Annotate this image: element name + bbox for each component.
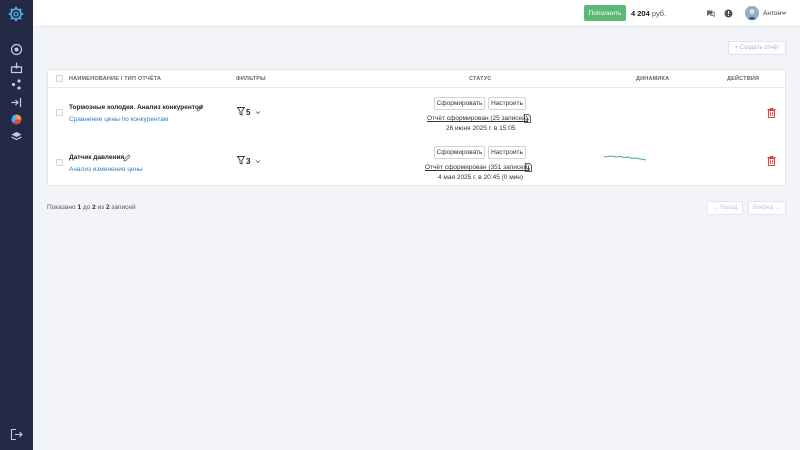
report-date: 26 июня 2025 г. в 15:05: [446, 125, 516, 132]
records-suffix: записей: [111, 204, 136, 211]
chevron-down-icon[interactable]: [781, 10, 787, 16]
generate-button[interactable]: Сформировать: [434, 146, 485, 159]
column-status: Статус: [469, 76, 492, 82]
row-checkbox[interactable]: [56, 159, 63, 166]
filter-icon: [237, 107, 245, 116]
create-report-button[interactable]: + Создать отчёт: [728, 41, 786, 55]
pencil-icon[interactable]: [123, 154, 131, 162]
range-from: 1: [77, 204, 82, 211]
balance-currency: руб.: [651, 9, 667, 18]
delete-icon[interactable]: [767, 156, 776, 166]
pie-chart-icon[interactable]: [10, 113, 23, 126]
pencil-icon[interactable]: [196, 104, 204, 112]
column-actions: Действия: [727, 76, 760, 82]
filters-count: 3: [246, 157, 251, 166]
delete-icon[interactable]: [767, 108, 776, 118]
report-date: 4 мая 2025 г. в 20:45 (0 мин): [438, 174, 524, 181]
select-all-checkbox[interactable]: [56, 75, 63, 82]
balance-amount: 4 204: [631, 9, 650, 18]
next-page-button[interactable]: Вперед →: [748, 201, 786, 215]
report-link[interactable]: Отчёт сформирован (351 записей): [425, 164, 530, 171]
table-row: Датчик давления Анализ изменения цены 3 …: [48, 139, 787, 189]
report-title[interactable]: Тормозные колодки. Анализ конкурентов: [69, 104, 203, 111]
total-count: 2: [105, 204, 110, 211]
arrow-right-icon: →: [773, 205, 782, 211]
range-to: 2: [92, 204, 96, 211]
next-label: Вперед: [752, 205, 774, 211]
filters-dropdown[interactable]: 5: [237, 107, 263, 117]
download-doc-icon[interactable]: [525, 163, 532, 172]
filter-icon: [237, 156, 245, 165]
logout-icon[interactable]: [10, 428, 23, 441]
nodes-icon[interactable]: [10, 78, 23, 91]
chevron-down-icon: [255, 160, 261, 164]
report-type-link[interactable]: Анализ изменения цены: [69, 166, 143, 173]
dynamics-sparkline: [604, 155, 646, 161]
column-dynamics: Динамика: [636, 76, 670, 82]
prev-label: Назад: [720, 205, 738, 211]
report-type-link[interactable]: Сравнение цены по конкурентам: [69, 116, 169, 123]
report-title[interactable]: Датчик давления: [69, 154, 124, 161]
dashboard-icon[interactable]: [10, 43, 23, 56]
inbox-icon[interactable]: [10, 61, 23, 74]
table-row: Тормозные колодки. Анализ конкурентов Ср…: [48, 89, 787, 139]
filters-count: 5: [246, 108, 251, 117]
info-icon[interactable]: [724, 9, 733, 18]
topup-button[interactable]: Пополнить: [584, 5, 626, 21]
table-header: Наименование / тип отчёта Фильтры Статус…: [48, 70, 787, 88]
row-checkbox[interactable]: [56, 109, 63, 116]
configure-button[interactable]: Настроить: [488, 146, 526, 159]
chevron-down-icon: [255, 111, 261, 115]
avatar[interactable]: [745, 6, 759, 20]
chat-icon[interactable]: [706, 9, 715, 18]
to-word: до: [82, 204, 91, 211]
column-name[interactable]: Наименование / тип отчёта: [69, 76, 161, 82]
sidebar: [0, 0, 33, 450]
generate-button[interactable]: Сформировать: [434, 97, 485, 110]
balance: 4 204 руб.: [631, 9, 666, 18]
pagination-info: Показано 1 до 2 из 2 записей: [47, 204, 136, 211]
shown-prefix: Показано: [47, 204, 76, 211]
of-word: из: [97, 204, 105, 211]
reports-table: Наименование / тип отчёта Фильтры Статус…: [47, 69, 787, 189]
report-link[interactable]: Отчёт сформирован (25 записей): [427, 115, 528, 122]
settings-logo-icon[interactable]: [8, 6, 24, 22]
login-icon[interactable]: [10, 96, 23, 109]
prev-page-button[interactable]: ← Назад: [707, 201, 743, 215]
download-doc-icon[interactable]: [524, 114, 531, 123]
layers-icon[interactable]: [10, 130, 23, 143]
column-filters: Фильтры: [236, 76, 266, 82]
filters-dropdown[interactable]: 3: [237, 156, 263, 166]
username[interactable]: Антон: [763, 10, 781, 17]
create-report-label: Создать отчёт: [739, 45, 780, 51]
configure-button[interactable]: Настроить: [488, 97, 526, 110]
top-header: [33, 0, 800, 27]
